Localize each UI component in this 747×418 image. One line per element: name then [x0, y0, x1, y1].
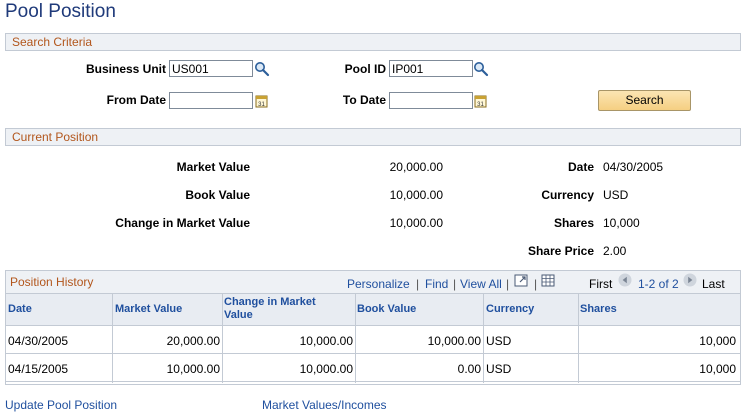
pool-id-label: Pool ID: [344, 62, 386, 76]
cell-date: 04/30/2005: [8, 334, 69, 348]
col-header-book-value[interactable]: Book Value: [357, 303, 416, 316]
toolbar-separator: |: [453, 277, 457, 291]
to-date-label: To Date: [342, 93, 386, 107]
calendar-icon[interactable]: 31: [254, 93, 270, 109]
change-in-market-value: 10,000.00: [389, 216, 443, 230]
cell-market-value: 10,000.00: [166, 362, 220, 376]
current-position-header: Current Position: [5, 128, 741, 146]
update-pool-position-link[interactable]: Update Pool Position: [5, 398, 117, 412]
from-date-input[interactable]: [169, 92, 253, 109]
download-grid-icon[interactable]: [541, 273, 556, 288]
currency-value: USD: [603, 188, 629, 202]
currency-label: Currency: [541, 188, 594, 202]
toolbar-separator: |: [506, 277, 510, 291]
business-unit-input[interactable]: [169, 60, 253, 77]
find-link[interactable]: Find: [425, 277, 448, 291]
search-button[interactable]: Search: [598, 90, 691, 111]
cell-market-value: 20,000.00: [166, 334, 220, 348]
col-header-change-in-market-value[interactable]: Change in Market Value: [224, 296, 344, 322]
zoom-icon[interactable]: [514, 273, 529, 288]
share-price-label: Share Price: [527, 244, 594, 258]
toolbar-separator: |: [534, 277, 538, 291]
toolbar-separator: |: [416, 277, 420, 291]
col-header-date[interactable]: Date: [8, 303, 32, 316]
cell-change-in-market-value: 10,000.00: [299, 334, 353, 348]
lookup-icon[interactable]: [254, 61, 270, 77]
market-value: 20,000.00: [389, 160, 443, 174]
to-date-input[interactable]: [389, 92, 473, 109]
from-date-label: From Date: [106, 93, 166, 107]
cell-date: 04/15/2005: [8, 362, 69, 376]
previous-arrow-icon[interactable]: [618, 273, 632, 287]
search-criteria-header: Search Criteria: [5, 33, 741, 51]
shares-label: Shares: [553, 216, 594, 230]
lookup-icon[interactable]: [473, 61, 489, 77]
page-range: 1-2 of 2: [638, 277, 679, 291]
svg-text:31: 31: [258, 102, 265, 108]
last-label: Last: [702, 277, 725, 291]
cell-currency: USD: [486, 362, 512, 376]
col-header-currency[interactable]: Currency: [486, 303, 534, 316]
market-values-incomes-link[interactable]: Market Values/Incomes: [262, 398, 387, 412]
search-criteria-title: Search Criteria: [12, 35, 93, 49]
date-label: Date: [567, 160, 594, 174]
calendar-icon[interactable]: 31: [473, 93, 489, 109]
pool-id-input[interactable]: [389, 60, 473, 77]
col-header-shares[interactable]: Shares: [580, 303, 617, 316]
shares-value: 10,000: [603, 216, 640, 230]
cell-currency: USD: [486, 334, 512, 348]
view-all-link[interactable]: View All: [460, 277, 502, 291]
cell-change-in-market-value: 10,000.00: [299, 362, 353, 376]
position-history-title: Position History: [10, 275, 94, 289]
business-unit-label: Business Unit: [85, 62, 166, 76]
column-divider: [483, 294, 484, 383]
personalize-link[interactable]: Personalize: [347, 277, 410, 291]
market-value-label: Market Value: [176, 160, 250, 174]
svg-text:31: 31: [477, 102, 484, 108]
cell-book-value: 10,000.00: [427, 334, 481, 348]
book-value-label: Book Value: [185, 188, 250, 202]
cell-shares: 10,000: [699, 362, 736, 376]
date-value: 04/30/2005: [603, 160, 664, 174]
cell-shares: 10,000: [699, 334, 736, 348]
col-header-market-value[interactable]: Market Value: [115, 303, 182, 316]
book-value: 10,000.00: [389, 188, 443, 202]
share-price-value: 2.00: [603, 244, 627, 258]
cell-book-value: 0.00: [457, 362, 481, 376]
next-arrow-icon[interactable]: [683, 273, 697, 287]
first-label: First: [589, 277, 613, 291]
page-title: Pool Position: [5, 1, 116, 22]
change-in-market-value-label: Change in Market Value: [115, 216, 250, 230]
current-position-title: Current Position: [12, 130, 99, 144]
